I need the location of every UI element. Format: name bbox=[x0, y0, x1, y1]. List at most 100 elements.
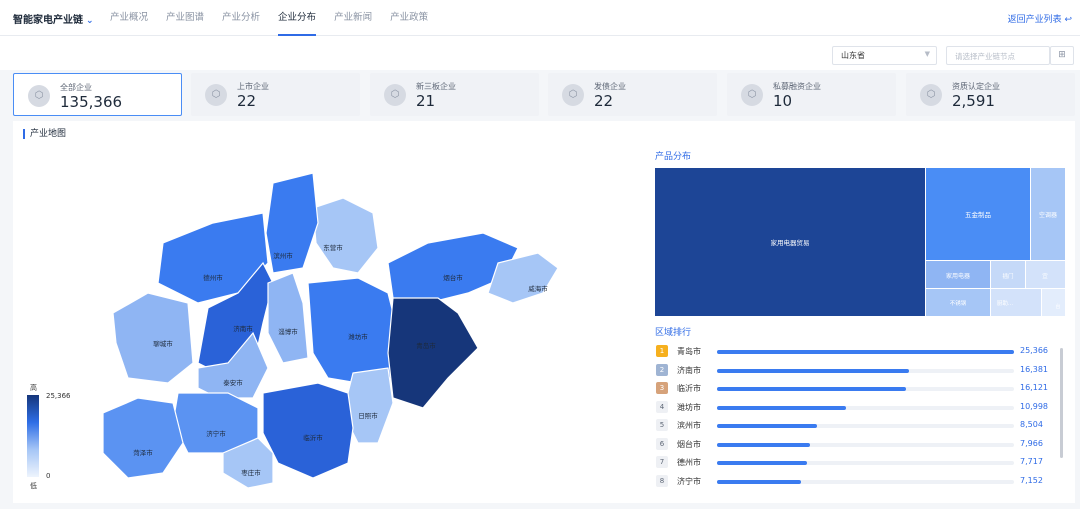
map-region[interactable] bbox=[262, 382, 354, 479]
rank-city: 潍坊市 bbox=[677, 402, 701, 412]
rank-row[interactable]: 8 济宁市 7,152 bbox=[655, 473, 1075, 492]
stat-card-all[interactable]: ⬡ 全部企业 135,366 bbox=[13, 73, 182, 116]
product-title: 产品分布 bbox=[655, 152, 692, 162]
treemap-label: 宜 bbox=[1042, 272, 1048, 280]
top-nav-bar: 智能家电产业链 ⌄ 产业概况 产业图谱 产业分析 企业分布 产业新闻 产业政策 返… bbox=[0, 0, 1080, 36]
rank-value: 7,717 bbox=[1020, 457, 1043, 466]
tab-nav: 产业概况 产业图谱 产业分析 企业分布 产业新闻 产业政策 bbox=[110, 0, 446, 36]
tab-policy[interactable]: 产业政策 bbox=[390, 0, 428, 36]
tree-view-button[interactable]: ⊞ bbox=[1050, 46, 1074, 65]
map-region-label: 东营市 bbox=[323, 243, 343, 252]
cert-icon: ⬡ bbox=[920, 84, 942, 106]
tab-news[interactable]: 产业新闻 bbox=[334, 0, 372, 36]
map-region-label: 青岛市 bbox=[416, 341, 436, 350]
stat-card-certified[interactable]: ⬡ 资质认定企业 2,591 bbox=[906, 73, 1075, 116]
rank-bar-track bbox=[717, 350, 1014, 354]
rank-row[interactable]: 1 青岛市 25,366 bbox=[655, 343, 1075, 362]
rank-row[interactable]: 5 滨州市 8,504 bbox=[655, 417, 1075, 436]
stat-card-private-equity[interactable]: ⬡ 私募融资企业 10 bbox=[727, 73, 896, 116]
rank-city: 临沂市 bbox=[677, 384, 701, 393]
map-region[interactable] bbox=[387, 297, 479, 409]
rank-bar-fill bbox=[717, 442, 811, 447]
stat-value: 21 bbox=[416, 92, 436, 110]
stat-card-neeq[interactable]: ⬡ 新三板企业 21 bbox=[370, 73, 539, 116]
stat-label: 发债企业 bbox=[594, 82, 626, 91]
stat-value: 10 bbox=[773, 92, 793, 110]
rank-bar-track bbox=[717, 387, 1014, 391]
legend-min-value: 0 bbox=[46, 472, 51, 480]
treemap-label: 插门 bbox=[1002, 272, 1013, 280]
rank-bar-track bbox=[717, 368, 1014, 373]
treemap-label: 厨助... bbox=[997, 299, 1013, 307]
rank-row[interactable]: 2 济南市 16,381 bbox=[655, 362, 1075, 381]
map-region-label: 威海市 bbox=[528, 284, 548, 293]
treemap-label: 空调器 bbox=[1039, 211, 1057, 219]
stat-card-listed[interactable]: ⬡ 上市企业 22 bbox=[191, 73, 360, 116]
treemap-label: 五金制品 bbox=[965, 210, 991, 219]
treemap-label: 家用电器 bbox=[946, 272, 970, 280]
map-region-label: 淄博市 bbox=[278, 327, 298, 336]
legend-low-label: 低 bbox=[30, 482, 37, 490]
map-region[interactable] bbox=[267, 272, 309, 364]
map-region[interactable] bbox=[102, 397, 184, 479]
rank-badge: 2 bbox=[656, 363, 668, 376]
map-region-label: 潍坊市 bbox=[348, 332, 368, 341]
ranking-title: 区域排行 bbox=[655, 328, 692, 338]
tab-analysis[interactable]: 产业分析 bbox=[222, 0, 260, 36]
legend-max-value: 25,366 bbox=[46, 392, 71, 400]
stat-card-bond[interactable]: ⬡ 发债企业 22 bbox=[548, 73, 717, 116]
map-region[interactable] bbox=[312, 197, 379, 274]
stat-value: 22 bbox=[594, 92, 614, 110]
legend-gradient bbox=[27, 395, 39, 477]
map-region[interactable] bbox=[112, 292, 194, 384]
tab-graph[interactable]: 产业图谱 bbox=[166, 0, 204, 36]
map-region-label: 枣庄市 bbox=[241, 468, 261, 477]
rank-bar-fill bbox=[717, 405, 846, 410]
fund-icon: ⬡ bbox=[741, 84, 763, 106]
rank-badge: 5 bbox=[656, 419, 668, 431]
rank-city: 烟台市 bbox=[677, 439, 701, 449]
rank-bar-fill bbox=[717, 424, 817, 428]
rank-row[interactable]: 6 烟台市 7,966 bbox=[655, 436, 1075, 455]
chain-node-search[interactable]: 请选择产业链节点 bbox=[946, 46, 1050, 65]
back-to-list-link[interactable]: 返回产业列表 ↩ bbox=[1008, 12, 1072, 25]
rank-value: 25,366 bbox=[1020, 346, 1048, 355]
map-region-label: 日照市 bbox=[358, 411, 378, 420]
rank-city: 滨州市 bbox=[677, 421, 701, 430]
rank-badge: 4 bbox=[656, 400, 668, 413]
map-region[interactable] bbox=[307, 277, 399, 384]
board-icon: ⬡ bbox=[384, 84, 406, 106]
chain-name: 智能家电产业链 bbox=[13, 15, 83, 26]
return-icon: ↩ bbox=[1064, 15, 1072, 25]
treemap-label: 台 bbox=[1055, 303, 1060, 310]
treemap-block-tiny[interactable] bbox=[1042, 289, 1065, 316]
map-region-label: 菏泽市 bbox=[133, 448, 153, 457]
stat-value: 22 bbox=[237, 92, 257, 110]
product-treemap: 家用电器贸易 五金制品 空调器 家用电器 插门 宜 不锈钢 厨助... 台 bbox=[655, 168, 1065, 316]
back-link-label: 返回产业列表 bbox=[1007, 15, 1062, 25]
chevron-down-icon: ▼ bbox=[924, 50, 930, 58]
chain-selector[interactable]: 智能家电产业链 ⌄ bbox=[13, 11, 94, 26]
tab-distribution[interactable]: 企业分布 bbox=[278, 0, 317, 36]
rank-bar-fill bbox=[717, 350, 1014, 354]
rank-city: 青岛市 bbox=[677, 347, 701, 356]
rank-badge: 8 bbox=[656, 474, 668, 487]
map-region-label: 聊城市 bbox=[153, 339, 173, 348]
stat-value: 135,366 bbox=[60, 93, 123, 111]
ranking-scrollbar[interactable] bbox=[1060, 348, 1063, 458]
rank-row[interactable]: 3 临沂市 16,121 bbox=[655, 380, 1075, 399]
province-select[interactable]: 山东省 ▼ bbox=[832, 46, 937, 65]
rank-row[interactable]: 7 德州市 7,717 bbox=[655, 454, 1075, 473]
building-icon: ⬡ bbox=[28, 85, 50, 107]
filter-row: 山东省 ▼ 请选择产业链节点 ⊞ bbox=[0, 36, 1080, 70]
tree-icon: ⊞ bbox=[1058, 50, 1066, 60]
rank-bar-fill bbox=[717, 368, 909, 373]
rank-value: 7,152 bbox=[1020, 475, 1043, 485]
map-region-label: 济南市 bbox=[233, 324, 253, 333]
shandong-map: 东营市滨州市德州市聊城市 济南市 淄博市潍坊市 烟台市威海市青岛市泰安市日照市临沂市 济… bbox=[102, 172, 559, 489]
treemap-label: 不锈钢 bbox=[950, 299, 967, 307]
rank-row[interactable]: 4 潍坊市 10,998 bbox=[655, 399, 1075, 418]
tab-overview[interactable]: 产业概况 bbox=[110, 0, 148, 36]
map-region-label: 烟台市 bbox=[443, 273, 463, 282]
rank-city: 德州市 bbox=[677, 458, 701, 467]
